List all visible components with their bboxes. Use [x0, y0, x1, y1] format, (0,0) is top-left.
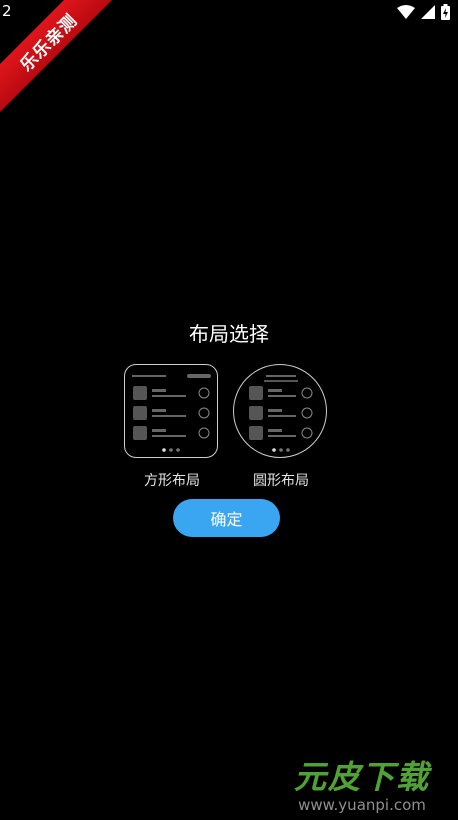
round-layout-option[interactable]	[233, 364, 329, 458]
square-layout-label[interactable]: 方形布局	[117, 470, 227, 490]
wifi-icon	[397, 5, 415, 19]
confirm-button[interactable]: 确定	[173, 499, 280, 537]
square-layout-preview	[124, 364, 218, 458]
status-icons	[397, 4, 450, 20]
watermark-url: www.yuanpi.com	[298, 796, 426, 814]
watermark: 元皮下载 www.yuanpi.com	[282, 752, 442, 814]
watermark-logo: 元皮下载	[282, 752, 442, 798]
square-layout-option[interactable]	[124, 364, 220, 458]
round-preview-graphic	[249, 375, 313, 452]
promo-ribbon: 乐乐亲测	[0, 0, 140, 140]
round-layout-label[interactable]: 圆形布局	[226, 470, 336, 490]
dialog-title: 布局选择	[189, 322, 269, 346]
battery-charging-icon	[441, 4, 450, 20]
round-layout-preview	[233, 364, 327, 458]
signal-icon	[421, 5, 435, 19]
square-preview-graphic	[132, 374, 211, 452]
ribbon-label: 乐乐亲测	[0, 0, 127, 121]
